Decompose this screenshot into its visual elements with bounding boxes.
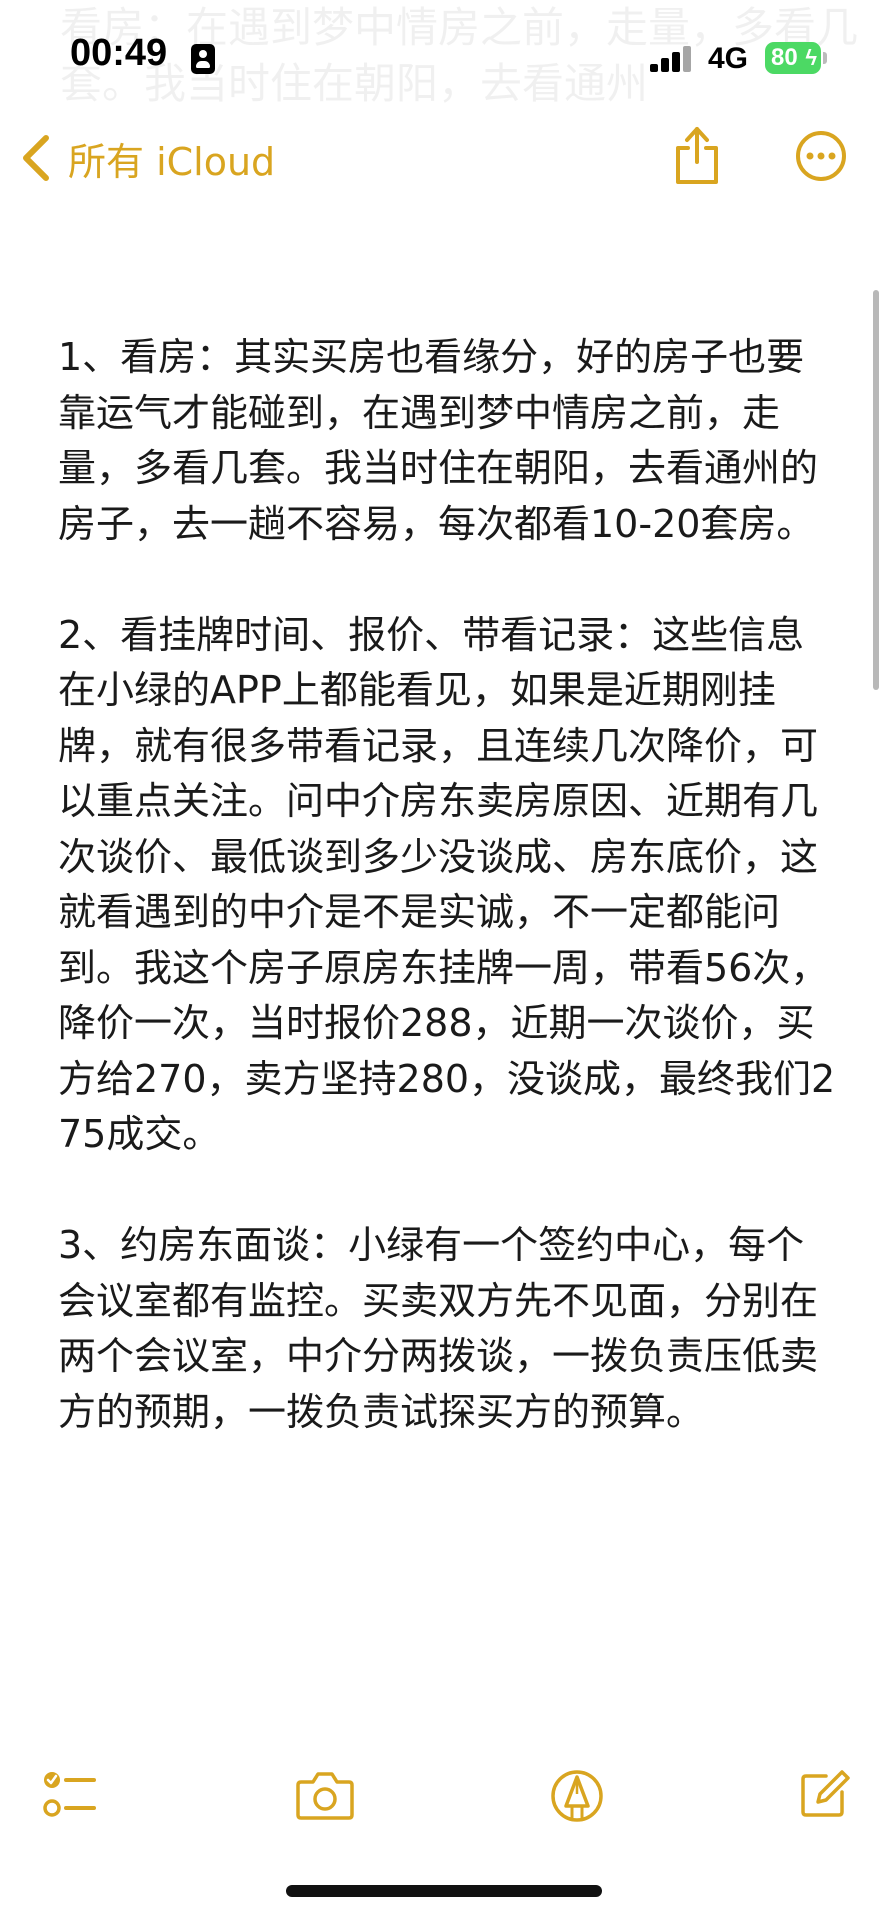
note-paragraph-3: 3、约房东面谈：小绿有一个签约中心，每个会议室都有监控。买卖双方先不见面，分别在… xyxy=(58,1223,819,1434)
battery-level: 80 xyxy=(771,44,798,71)
back-button[interactable]: 所有 iCloud xyxy=(18,128,275,188)
pen-tip-icon[interactable] xyxy=(550,1768,604,1824)
charging-bolt-icon: ϟ xyxy=(805,45,817,70)
navigation-bar: 所有 iCloud xyxy=(0,120,887,200)
note-paragraph-2: 2、看挂牌时间、报价、带看记录：这些信息在小绿的APP上都能看见，如果是近期刚挂… xyxy=(58,612,836,1157)
checklist-icon[interactable] xyxy=(42,1768,98,1824)
ellipsis-circle-icon[interactable] xyxy=(795,130,847,182)
network-type: 4G xyxy=(708,42,749,75)
share-icon[interactable] xyxy=(672,124,722,186)
notes-screen: 看房：在遇到梦中情房之前，走量，多看几套。我当时住在朝阳，去看通州 00:49 … xyxy=(0,0,887,1920)
home-indicator[interactable] xyxy=(286,1885,602,1897)
battery-icon: 80 ϟ xyxy=(765,42,827,74)
status-bar: 00:49 4G 80 ϟ xyxy=(0,0,887,120)
chevron-left-icon xyxy=(23,135,49,181)
vertical-scrollbar[interactable] xyxy=(873,290,879,690)
cellular-signal-icon xyxy=(650,46,694,72)
note-text-editor[interactable]: 1、看房：其实买房也看缘分，好的房子也要靠运气才能碰到，在遇到梦中情房之前，走量… xyxy=(58,330,838,1496)
compose-icon[interactable] xyxy=(798,1768,850,1820)
focus-mode-icon xyxy=(191,44,215,74)
bottom-toolbar xyxy=(0,1740,887,1850)
back-button-label: 所有 iCloud xyxy=(68,139,276,184)
camera-icon[interactable] xyxy=(295,1768,355,1822)
status-time: 00:49 xyxy=(70,32,168,74)
note-paragraph-1: 1、看房：其实买房也看缘分，好的房子也要靠运气才能碰到，在遇到梦中情房之前，走量… xyxy=(58,335,819,546)
